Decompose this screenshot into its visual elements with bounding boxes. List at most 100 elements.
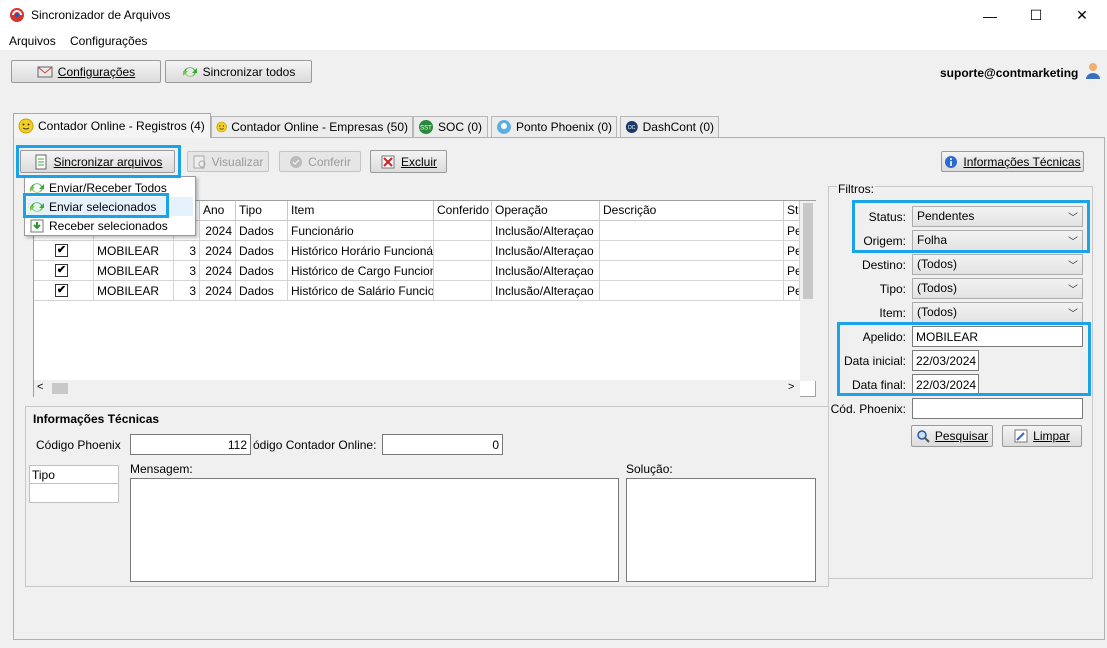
visualizar-label: Visualizar bbox=[211, 154, 264, 169]
grid-cell-descricao[interactable] bbox=[600, 281, 784, 301]
cod-phoenix-label: Cód. Phoenix: bbox=[830, 402, 906, 416]
data-inicial-field[interactable]: 22/03/2024 bbox=[912, 350, 979, 371]
grid-header-tipo[interactable]: Tipo bbox=[236, 201, 288, 221]
grid-header-item[interactable]: Item bbox=[288, 201, 434, 221]
grid-cell-ano[interactable]: 2024 bbox=[200, 281, 236, 301]
info-tecnicas-label: Informações Técnicas bbox=[963, 154, 1081, 169]
grid-cell-status[interactable]: Pen bbox=[784, 261, 800, 281]
item-select[interactable]: (Todos) ﹀ bbox=[912, 302, 1083, 323]
vertical-scrollbar[interactable] bbox=[800, 201, 816, 381]
grid-header-ano[interactable]: Ano bbox=[200, 201, 236, 221]
grid-cell-apelido[interactable]: MOBILEAR bbox=[94, 241, 174, 261]
menu-bar bbox=[0, 31, 1107, 50]
grid-cell-ano[interactable]: 2024 bbox=[200, 261, 236, 281]
grid-cell-descricao[interactable] bbox=[600, 221, 784, 241]
apelido-label: Apelido: bbox=[862, 330, 906, 344]
sync-all-label: Sincronizar todos bbox=[202, 64, 296, 79]
menu-enviar-receber-todos[interactable]: Enviar/Receber Todos bbox=[27, 178, 193, 197]
tab-soc[interactable]: SST SOC (0) bbox=[413, 116, 488, 137]
grid-header-operacao[interactable]: Operação bbox=[492, 201, 600, 221]
grid-cell-descricao[interactable] bbox=[600, 241, 784, 261]
grid-cell-n[interactable]: 3 bbox=[174, 241, 200, 261]
grid-cell-apelido[interactable]: MOBILEAR bbox=[94, 281, 174, 301]
close-button[interactable]: ✕ bbox=[1059, 0, 1105, 31]
origem-value: Folha bbox=[917, 233, 948, 247]
menu-item-label: Enviar/Receber Todos bbox=[49, 180, 167, 195]
grid-cell-checked[interactable]: ✔ bbox=[34, 241, 94, 261]
menu-configuracoes[interactable]: Configurações bbox=[70, 34, 147, 48]
grid-cell-operacao[interactable]: Inclusão/Alteraçao bbox=[492, 281, 600, 301]
grid-cell-item[interactable]: Histórico de Salário Funcior bbox=[288, 281, 434, 301]
grid-cell-descricao[interactable] bbox=[600, 261, 784, 281]
grid-cell-conferido[interactable] bbox=[434, 281, 492, 301]
sync-files-button[interactable]: Sincronizar arquivos bbox=[20, 150, 175, 173]
horizontal-scrollbar[interactable]: < > bbox=[34, 380, 800, 397]
app-logo-icon bbox=[10, 8, 24, 22]
grid-cell-conferido[interactable] bbox=[434, 221, 492, 241]
tipo-list[interactable]: Tipo bbox=[29, 465, 119, 503]
grid-cell-checked[interactable]: ✔ bbox=[34, 261, 94, 281]
grid-cell-status[interactable]: Pen bbox=[784, 241, 800, 261]
grid-cell-apelido[interactable]: MOBILEAR bbox=[94, 261, 174, 281]
codigo-contador-field[interactable]: 0 bbox=[382, 434, 503, 455]
grid-cell-operacao[interactable]: Inclusão/Alteraçao bbox=[492, 221, 600, 241]
grid-cell-operacao[interactable]: Inclusão/Alteraçao bbox=[492, 261, 600, 281]
tab-contador-registros[interactable]: Contador Online - Registros (4) bbox=[13, 113, 211, 138]
grid-cell-ano[interactable]: 2024 bbox=[200, 221, 236, 241]
grid-cell-tipo[interactable]: Dados bbox=[236, 221, 288, 241]
data-final-field[interactable]: 22/03/2024 bbox=[912, 374, 979, 395]
tab-contador-empresas[interactable]: Contador Online - Empresas (50) bbox=[211, 116, 413, 137]
row-checkbox[interactable]: ✔ bbox=[55, 284, 68, 297]
solucao-textarea[interactable] bbox=[626, 478, 816, 582]
grid-cell-tipo[interactable]: Dados bbox=[236, 241, 288, 261]
config-button[interactable]: Configurações bbox=[11, 60, 161, 83]
conferir-button[interactable]: Conferir bbox=[279, 151, 361, 172]
grid-cell-ano[interactable]: 2024 bbox=[200, 241, 236, 261]
row-checkbox[interactable]: ✔ bbox=[55, 244, 68, 257]
menu-enviar-selecionados[interactable]: Enviar selecionados bbox=[27, 197, 193, 216]
grid-cell-conferido[interactable] bbox=[434, 241, 492, 261]
maximize-button[interactable]: ☐ bbox=[1013, 0, 1059, 31]
row-checkbox[interactable]: ✔ bbox=[55, 264, 68, 277]
tipo-select[interactable]: (Todos) ﹀ bbox=[912, 278, 1083, 299]
status-select[interactable]: Pendentes ﹀ bbox=[912, 206, 1083, 227]
tab-dashcont[interactable]: DC DashCont (0) bbox=[620, 116, 719, 137]
grid-cell-checked[interactable]: ✔ bbox=[34, 281, 94, 301]
menu-receber-selecionados[interactable]: Receber selecionados bbox=[27, 216, 193, 235]
grid-header-status[interactable]: Sta bbox=[784, 201, 800, 221]
grid-cell-conferido[interactable] bbox=[434, 261, 492, 281]
h-scroll-thumb[interactable] bbox=[52, 383, 68, 394]
grid-cell-tipo[interactable]: Dados bbox=[236, 281, 288, 301]
destino-select[interactable]: (Todos) ﹀ bbox=[912, 254, 1083, 275]
grid-cell-tipo[interactable]: Dados bbox=[236, 261, 288, 281]
limpar-button[interactable]: Limpar bbox=[1002, 425, 1082, 447]
visualizar-button[interactable]: Visualizar bbox=[187, 151, 269, 172]
info-tecnicas-button[interactable]: Informações Técnicas bbox=[941, 151, 1084, 172]
grid-cell-item[interactable]: Histórico de Cargo Funcion bbox=[288, 261, 434, 281]
excluir-button[interactable]: Excluir bbox=[370, 150, 447, 173]
menu-arquivos[interactable]: Arquivos bbox=[9, 34, 56, 48]
grid-cell-status[interactable]: Pen bbox=[784, 281, 800, 301]
scroll-right-icon[interactable]: > bbox=[788, 381, 794, 393]
grid-cell-operacao[interactable]: Inclusão/Alteraçao bbox=[492, 241, 600, 261]
grid-header-descricao[interactable]: Descrição bbox=[600, 201, 784, 221]
sync-all-button[interactable]: Sincronizar todos bbox=[165, 60, 312, 83]
scroll-thumb[interactable] bbox=[803, 203, 813, 299]
origem-select[interactable]: Folha ﹀ bbox=[912, 230, 1083, 251]
cod-phoenix-field[interactable] bbox=[912, 398, 1083, 419]
grid-cell-n[interactable]: 3 bbox=[174, 261, 200, 281]
mensagem-textarea[interactable] bbox=[130, 478, 619, 582]
apelido-field[interactable]: MOBILEAR bbox=[912, 326, 1083, 347]
grid-cell-item[interactable]: Funcionário bbox=[288, 221, 434, 241]
codigo-phoenix-field[interactable]: 112 bbox=[130, 434, 251, 455]
chevron-down-icon: ﹀ bbox=[1068, 285, 1078, 296]
tab-ponto-phoenix[interactable]: Ponto Phoenix (0) bbox=[491, 116, 617, 137]
grid-header-conferido[interactable]: Conferido bbox=[434, 201, 492, 221]
grid-cell-item[interactable]: Histórico Horário Funcionári bbox=[288, 241, 434, 261]
grid-cell-status[interactable]: Pen bbox=[784, 221, 800, 241]
grid-cell-n[interactable]: 3 bbox=[174, 281, 200, 301]
scroll-left-icon[interactable]: < bbox=[37, 381, 43, 393]
pesquisar-button[interactable]: Pesquisar bbox=[911, 425, 993, 447]
user-icon[interactable] bbox=[1085, 62, 1101, 80]
minimize-button[interactable]: — bbox=[967, 0, 1013, 31]
